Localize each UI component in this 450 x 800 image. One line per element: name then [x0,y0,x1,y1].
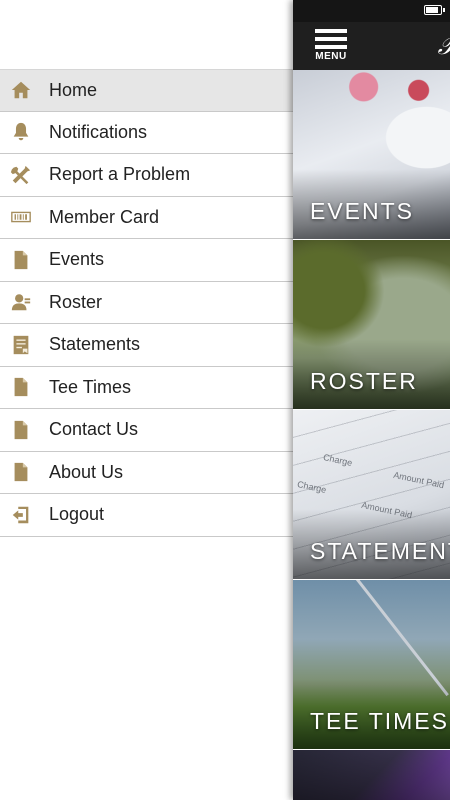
club-logo-icon: 𝒯 [438,32,450,60]
barcode-icon [9,205,33,229]
statement-image-text: Amount Paid [392,469,446,491]
tile-label: TEE TIMES [310,708,449,734]
drawer-item-label: Report a Problem [49,164,191,185]
drawer-item-logout[interactable]: Logout [0,494,293,537]
menu-button[interactable]: MENU [313,29,349,65]
drawer-item-notifications[interactable]: Notifications [0,112,293,154]
drawer-item-label: About Us [49,461,124,482]
drawer-item-contact-us[interactable]: Contact Us [0,409,293,452]
drawer-item-label: Tee Times [49,376,132,397]
drawer-item-label: Contact Us [49,419,139,440]
statement-image-text: Charge [296,479,328,495]
logout-icon [9,503,33,527]
tile-list: EVENTS ROSTER Charge Amount Paid Charge … [293,70,450,800]
document-icon [9,418,33,442]
menu-label: MENU [315,51,347,62]
status-bar [293,0,450,22]
drawer-item-label: Roster [49,291,103,312]
person-icon [9,290,33,314]
battery-icon [424,5,445,15]
top-bar: MENU 𝒯 [293,22,450,70]
drawer-item-home[interactable]: Home [0,69,293,112]
tools-icon [9,163,33,187]
drawer-item-roster[interactable]: Roster [0,282,293,324]
document-icon [9,248,33,272]
drawer-item-label: Statements [49,334,141,355]
document-icon [9,375,33,399]
drawer-item-label: Events [49,249,105,270]
hamburger-icon [315,29,347,53]
navigation-drawer: Home Notifications Report a Problem Memb… [0,0,293,800]
statement-image-text: Amount Paid [360,499,414,521]
statement-image-text: Charge [322,452,354,468]
drawer-item-label: Member Card [49,206,160,227]
tile-partial[interactable] [293,750,450,800]
bell-icon [9,120,33,144]
drawer-menu: Home Notifications Report a Problem Memb… [0,69,293,537]
tile-label: STATEMENTS [310,538,450,564]
tile-label: EVENTS [310,198,415,224]
tile-roster[interactable]: ROSTER [293,240,450,410]
drawer-item-events[interactable]: Events [0,239,293,282]
document-icon [9,460,33,484]
drawer-item-label: Home [49,79,98,100]
tile-label: ROSTER [310,368,418,394]
drawer-item-label: Logout [49,504,105,525]
golf-club-image [348,580,449,697]
home-icon [9,78,33,102]
drawer-item-report-problem[interactable]: Report a Problem [0,154,293,197]
tile-statements[interactable]: Charge Amount Paid Charge Amount Paid ST… [293,410,450,580]
drawer-item-about-us[interactable]: About Us [0,452,293,494]
drawer-item-tee-times[interactable]: Tee Times [0,367,293,409]
tile-tee-times[interactable]: TEE TIMES [293,580,450,750]
main-panel: MENU 𝒯 EVENTS ROSTER Charge Amount Paid … [293,0,450,800]
drawer-item-statements[interactable]: Statements [0,324,293,367]
statement-icon [9,333,33,357]
drawer-item-label: Notifications [49,121,148,142]
tile-events[interactable]: EVENTS [293,70,450,240]
drawer-item-member-card[interactable]: Member Card [0,197,293,239]
